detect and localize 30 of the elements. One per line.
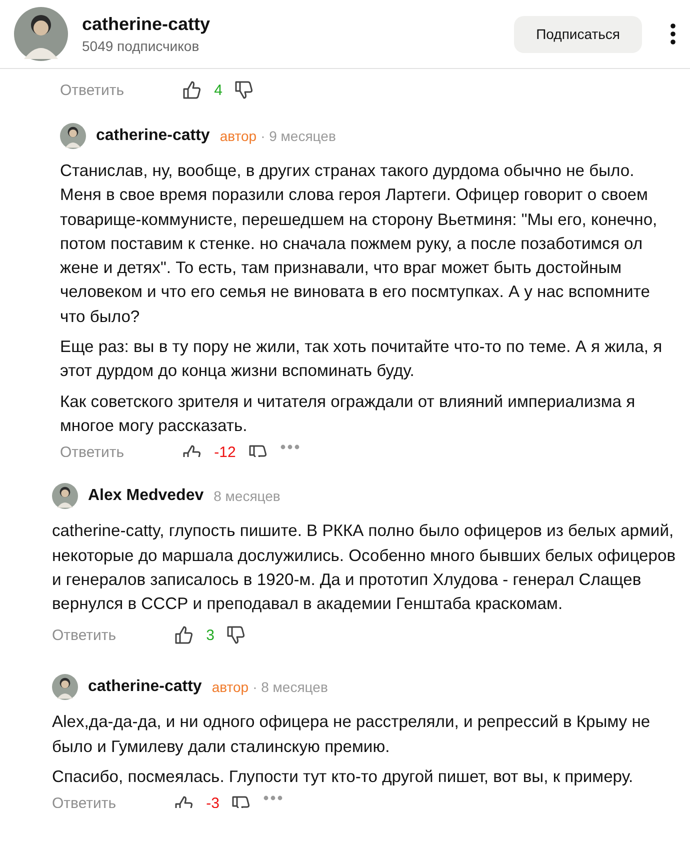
thumbs-up-icon[interactable] [182, 80, 202, 100]
rating-count: -3 [206, 795, 220, 808]
avatar-icon [60, 123, 86, 149]
comment-text: Как советского зрителя и читателя ограждали от влияний империализма я многое могу рассказать. [60, 390, 636, 437]
author-role-label: автор [212, 679, 249, 696]
avatar-icon [52, 483, 78, 510]
comment-text: Спасибо, посмеялась. Глупости тут кто-то другой пишет, вот вы, к примеру. [52, 766, 634, 788]
avatar-icon [52, 674, 78, 700]
rating-count: -12 [214, 444, 236, 458]
subscribe-button[interactable]: Подписаться [514, 16, 642, 52]
author-name[interactable]: catherine-catty [96, 127, 210, 145]
comment-text: Еще раз: вы в ту пору не жили, так хоть почитайте что-то по теме. А я жила, я этот дурдом до конца жизни вспоминать буду. [60, 336, 664, 382]
author-role-label: автор [220, 128, 257, 144]
comment-time: · 8 месяцев [252, 679, 328, 696]
thumbs-up-icon[interactable] [174, 625, 194, 646]
rating-count: 3 [206, 626, 214, 644]
author-name[interactable]: Alex Medvedev [88, 487, 204, 506]
thumbs-down-icon[interactable] [226, 625, 246, 646]
comment-text: Alex,да-да-да, и ни одного офицера не расстреляли, и репрессий в Крыму не было и Гумилеву дали сталинскую премию. [52, 711, 652, 758]
author-name[interactable]: catherine-catty [88, 678, 202, 696]
comment-text: catherine-catty, глупость пишите. В РККА полно было офицеров из белых армий, некоторые до маршала дослужились. Особенно много бывших белых офицеров и генералов записалось в 1920-м. Да и прототип Хлудова - генерал Слащев вернулся в СССР и преподавал в академии Генштаба краскомам. [52, 520, 677, 616]
comment-time: · 9 месяцев [260, 128, 336, 144]
rating-count: 4 [214, 82, 222, 98]
channel-avatar-icon [14, 7, 68, 61]
more-icon[interactable] [670, 23, 676, 45]
subscriber-count: 5049 подписчиков [82, 38, 200, 54]
channel-name[interactable]: catherine-catty [82, 14, 500, 35]
comment-time: 8 месяцев [214, 488, 280, 504]
comment-text: Станислав, ну, вообще, в других странах такого дурдома обычно не было. Меня в свое время поразили слова героя Лартеги. Офицер говорит о своем товарище-коммунисте, перешедшем на сторону Вьетминя: "Мы его, конечно, потом поставим к стенке. но сначала пожмем руку, а после позаботимся ол жене и детях". То есть, там признавали, что враг может быть достойным человеком и что его семья не виновата в его посмтупках. А у нас вспомните что было? [60, 160, 658, 328]
thumbs-down-icon[interactable] [234, 80, 254, 100]
